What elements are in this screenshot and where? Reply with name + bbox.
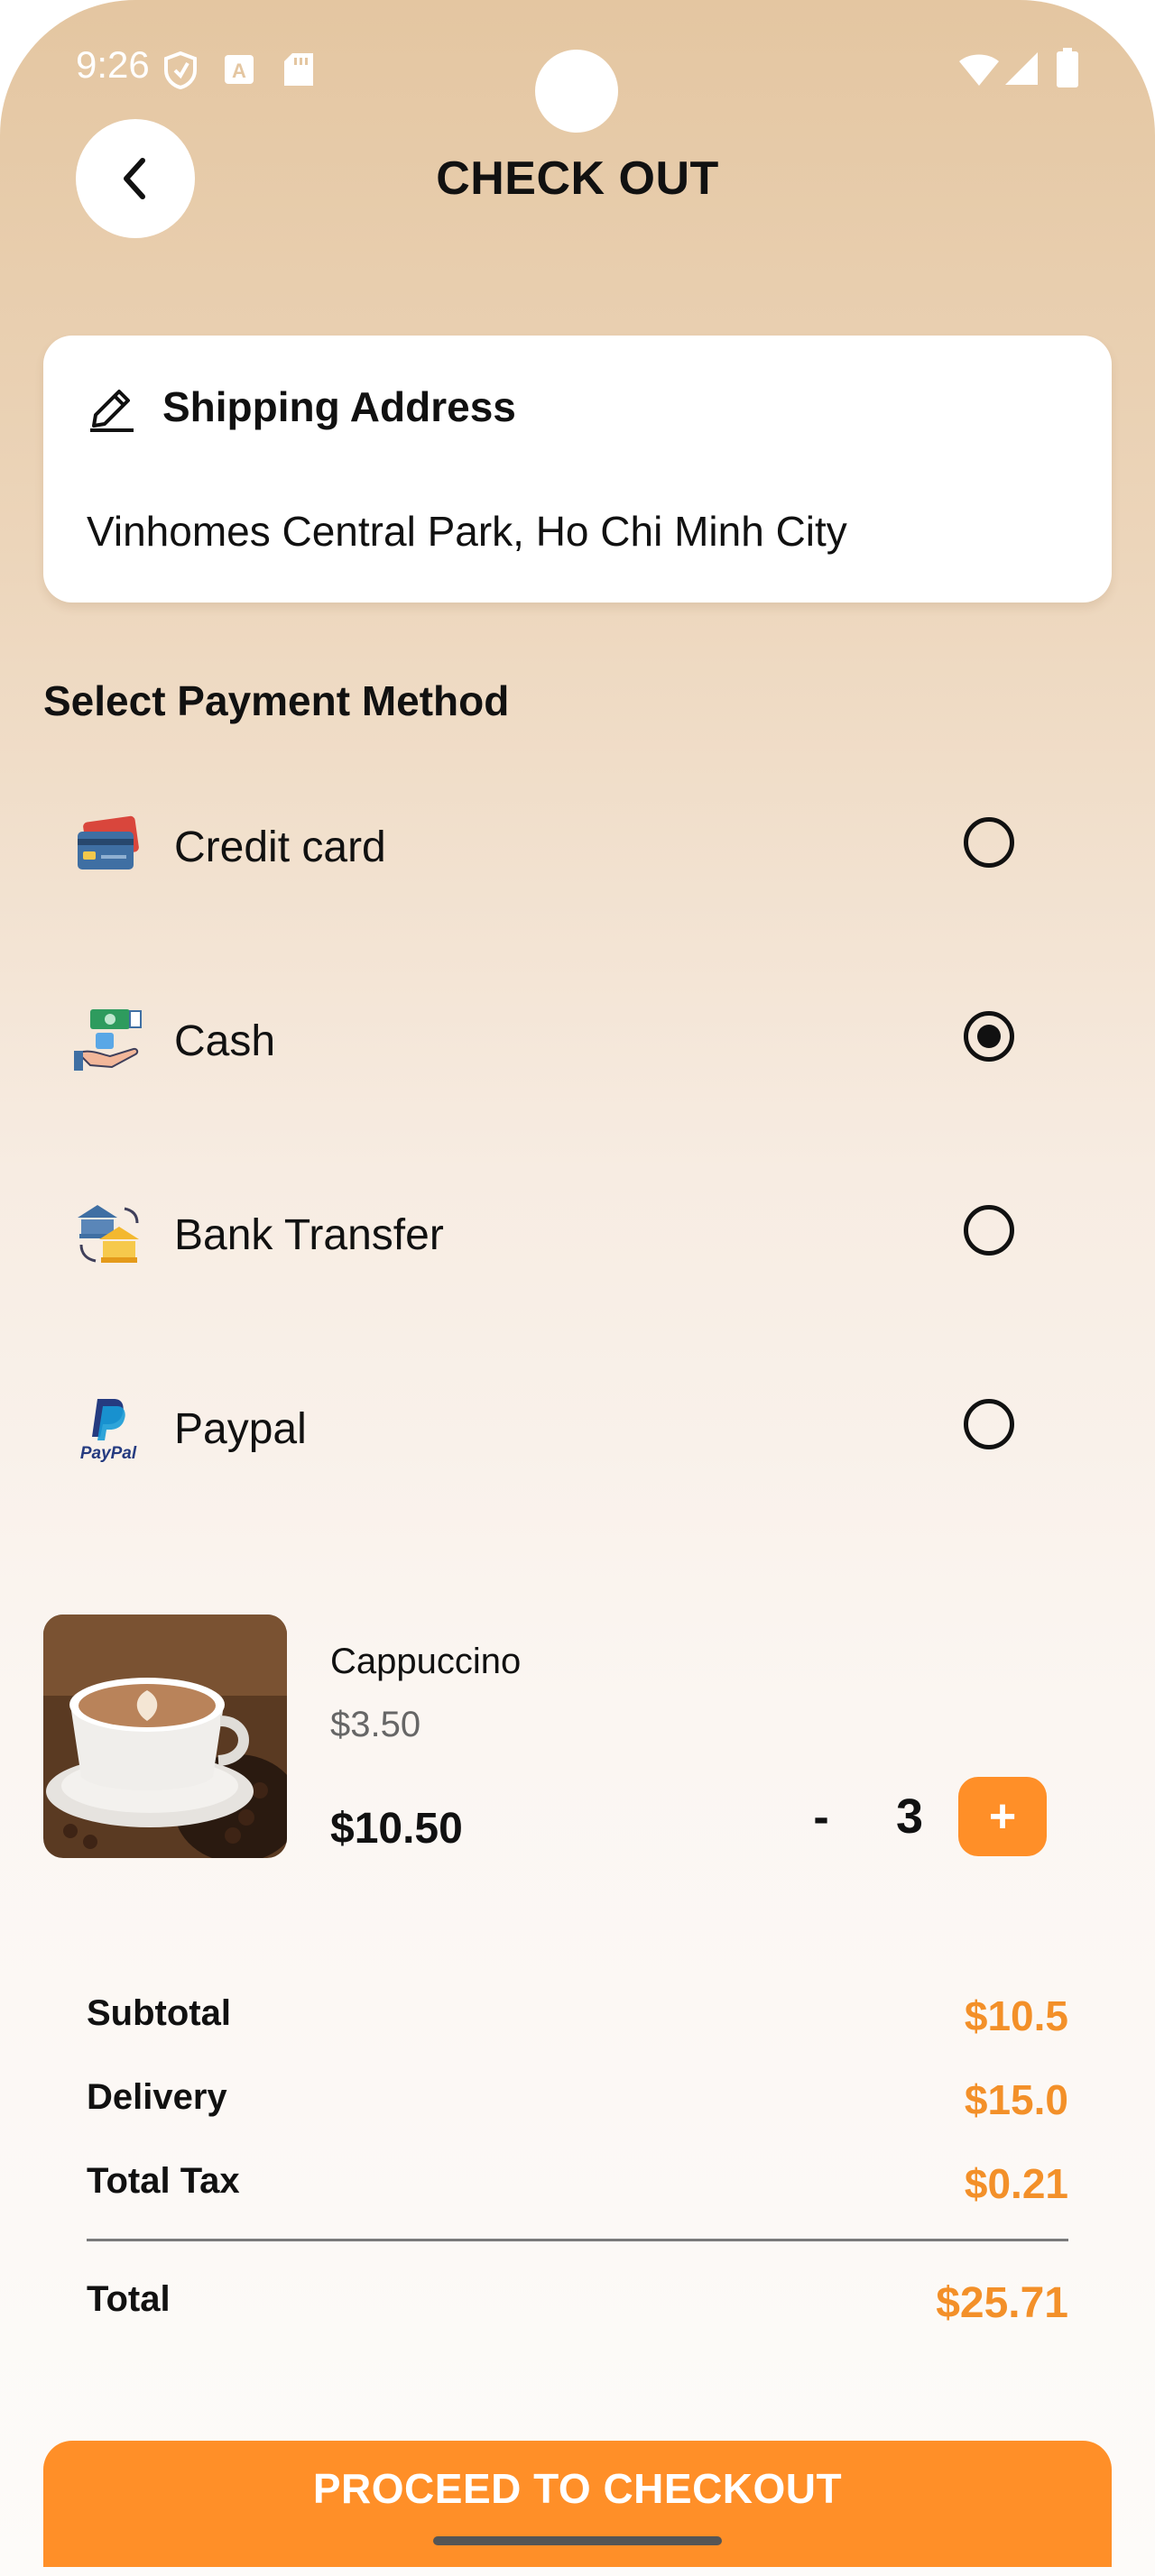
bank-transfer-icon	[78, 1205, 139, 1263]
quantity-value: 3	[895, 1789, 924, 1844]
subtotal-value: $10.5	[964, 1992, 1068, 2039]
radio-button[interactable]	[964, 1205, 1014, 1256]
home-indicator[interactable]	[433, 2536, 722, 2545]
front-camera	[535, 50, 618, 133]
page-title: CHECK OUT	[436, 152, 719, 205]
cappuccino-image	[43, 1615, 287, 1858]
summary-divider	[87, 2239, 1068, 2241]
tax-label: Total Tax	[87, 2161, 240, 2201]
payment-option-paypal[interactable]: PayPal Paypal	[43, 1366, 1112, 1493]
payment-label: Credit card	[174, 823, 386, 871]
payment-section-title: Select Payment Method	[43, 677, 510, 724]
radio-button[interactable]	[964, 1399, 1014, 1449]
radio-button-selected[interactable]	[964, 1011, 1014, 1062]
payment-label: Bank Transfer	[174, 1211, 444, 1259]
battery-icon	[1057, 48, 1078, 87]
shield-icon	[164, 51, 197, 90]
payment-option-credit-card[interactable]: Credit card	[43, 785, 1112, 911]
credit-card-icon	[78, 815, 139, 869]
cash-icon	[74, 1009, 142, 1071]
total-value: $25.71	[936, 2279, 1068, 2327]
payment-label: Paypal	[174, 1405, 307, 1453]
wifi-icon	[959, 54, 999, 86]
decrease-quantity-button[interactable]: -	[803, 1790, 839, 1845]
tax-value: $0.21	[964, 2160, 1068, 2207]
proceed-to-checkout-button[interactable]: PROCEED TO CHECKOUT	[43, 2441, 1112, 2567]
increase-quantity-button[interactable]: +	[958, 1777, 1047, 1856]
delivery-value: $15.0	[964, 2076, 1068, 2123]
delivery-label: Delivery	[87, 2077, 227, 2117]
shipping-address-card[interactable]: Shipping Address Vinhomes Central Park, …	[43, 336, 1112, 603]
shipping-title: Shipping Address	[162, 383, 516, 430]
payment-option-cash[interactable]: Cash	[43, 979, 1112, 1105]
status-time: 9:26	[76, 43, 150, 86]
total-label: Total	[87, 2279, 171, 2319]
svg-text:PayPal: PayPal	[80, 1444, 137, 1462]
product-unit-price: $3.50	[330, 1705, 421, 1744]
sd-card-icon	[284, 53, 313, 86]
product-line-total: $10.50	[330, 1805, 463, 1853]
radio-button[interactable]	[964, 817, 1014, 868]
subtotal-label: Subtotal	[87, 1993, 231, 2033]
payment-option-bank-transfer[interactable]: Bank Transfer	[43, 1173, 1112, 1299]
checkout-screen: 9:26 A CHECK OUT Shipping Address Vinhom…	[0, 0, 1155, 2576]
signal-icon	[1005, 52, 1038, 85]
pencil-icon	[90, 390, 134, 432]
paypal-icon: PayPal	[80, 1399, 137, 1462]
translate-icon: A	[225, 55, 254, 84]
product-name: Cappuccino	[330, 1642, 522, 1681]
svg-text:A: A	[232, 60, 246, 82]
shipping-address: Vinhomes Central Park, Ho Chi Minh City	[87, 508, 847, 555]
payment-label: Cash	[174, 1017, 276, 1065]
